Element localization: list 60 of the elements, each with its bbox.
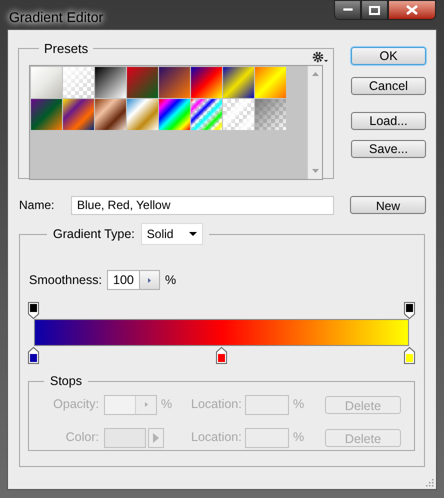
gradient-bar[interactable] bbox=[34, 319, 409, 346]
gradient-swatch[interactable] bbox=[255, 66, 286, 98]
gradient-type-dropdown[interactable]: Solid bbox=[140, 223, 203, 245]
maximize-icon bbox=[369, 6, 380, 14]
location-field[interactable] bbox=[245, 394, 289, 415]
gradient-swatch[interactable] bbox=[159, 98, 190, 130]
opacity-label: Opacity: bbox=[52, 396, 99, 414]
dialog-button[interactable]: Cancel bbox=[351, 77, 426, 95]
gradient-swatch[interactable] bbox=[223, 66, 254, 98]
play-icon bbox=[148, 278, 151, 282]
resize-grip-icon[interactable] bbox=[425, 478, 434, 487]
color-swatch-field[interactable] bbox=[104, 428, 146, 448]
settings-icon[interactable] bbox=[311, 50, 329, 64]
location-label: Location: bbox=[191, 429, 241, 446]
new-button[interactable]: New bbox=[350, 196, 426, 214]
gradient-swatch[interactable] bbox=[191, 66, 222, 98]
location-unit: % bbox=[293, 396, 306, 414]
dialog-button[interactable]: OK bbox=[351, 47, 426, 65]
location-unit: % bbox=[293, 429, 306, 446]
smoothness-field[interactable]: 100 bbox=[106, 270, 160, 290]
minimize-icon bbox=[342, 8, 352, 12]
gradient-swatch[interactable] bbox=[31, 98, 62, 130]
color-stop-icon[interactable] bbox=[28, 347, 39, 364]
play-icon bbox=[144, 402, 148, 408]
close-icon bbox=[406, 5, 418, 15]
gradient-type-label: Gradient Type: bbox=[53, 226, 135, 243]
gradient-swatch[interactable] bbox=[31, 66, 62, 98]
gradient-swatch[interactable] bbox=[63, 98, 94, 130]
opacity-stop-icon[interactable] bbox=[404, 302, 415, 319]
opacity-stop-icon[interactable] bbox=[28, 302, 39, 319]
location-label: Location: bbox=[191, 396, 241, 414]
gradient-swatch[interactable] bbox=[223, 98, 254, 130]
maximize-button[interactable] bbox=[361, 0, 388, 20]
gradient-swatch[interactable] bbox=[159, 66, 190, 98]
minimize-button[interactable] bbox=[334, 0, 361, 20]
close-button[interactable] bbox=[388, 0, 436, 20]
color-picker-button[interactable] bbox=[148, 428, 164, 448]
dialog-button[interactable]: Load... bbox=[351, 112, 426, 130]
color-stop-icon[interactable] bbox=[404, 347, 415, 364]
gradient-swatch[interactable] bbox=[63, 66, 94, 98]
gradient-swatch[interactable] bbox=[127, 66, 158, 98]
dialog-button[interactable]: Save... bbox=[351, 140, 426, 158]
window-title: Gradient Editor bbox=[9, 8, 104, 27]
gradient-swatch[interactable] bbox=[255, 98, 286, 130]
name-label: Name: bbox=[19, 197, 56, 214]
stops-label: Stops bbox=[49, 373, 83, 390]
presets-label: Presets bbox=[43, 40, 90, 58]
dropdown-arrow-icon bbox=[188, 232, 197, 236]
gradient-swatch[interactable] bbox=[191, 98, 222, 130]
color-stop-icon[interactable] bbox=[216, 347, 227, 364]
location-field[interactable] bbox=[245, 428, 289, 448]
name-field[interactable]: Blue, Red, Yellow bbox=[71, 196, 334, 214]
gradient-swatch[interactable] bbox=[127, 98, 158, 130]
gradient-swatch[interactable] bbox=[95, 66, 126, 98]
gradient-swatch[interactable] bbox=[95, 98, 126, 130]
opacity-unit: % bbox=[161, 396, 174, 414]
opacity-field[interactable] bbox=[104, 394, 157, 415]
color-label: Color: bbox=[64, 429, 99, 446]
smoothness-unit: % bbox=[164, 272, 176, 289]
smoothness-label: Smoothness: bbox=[29, 272, 102, 289]
